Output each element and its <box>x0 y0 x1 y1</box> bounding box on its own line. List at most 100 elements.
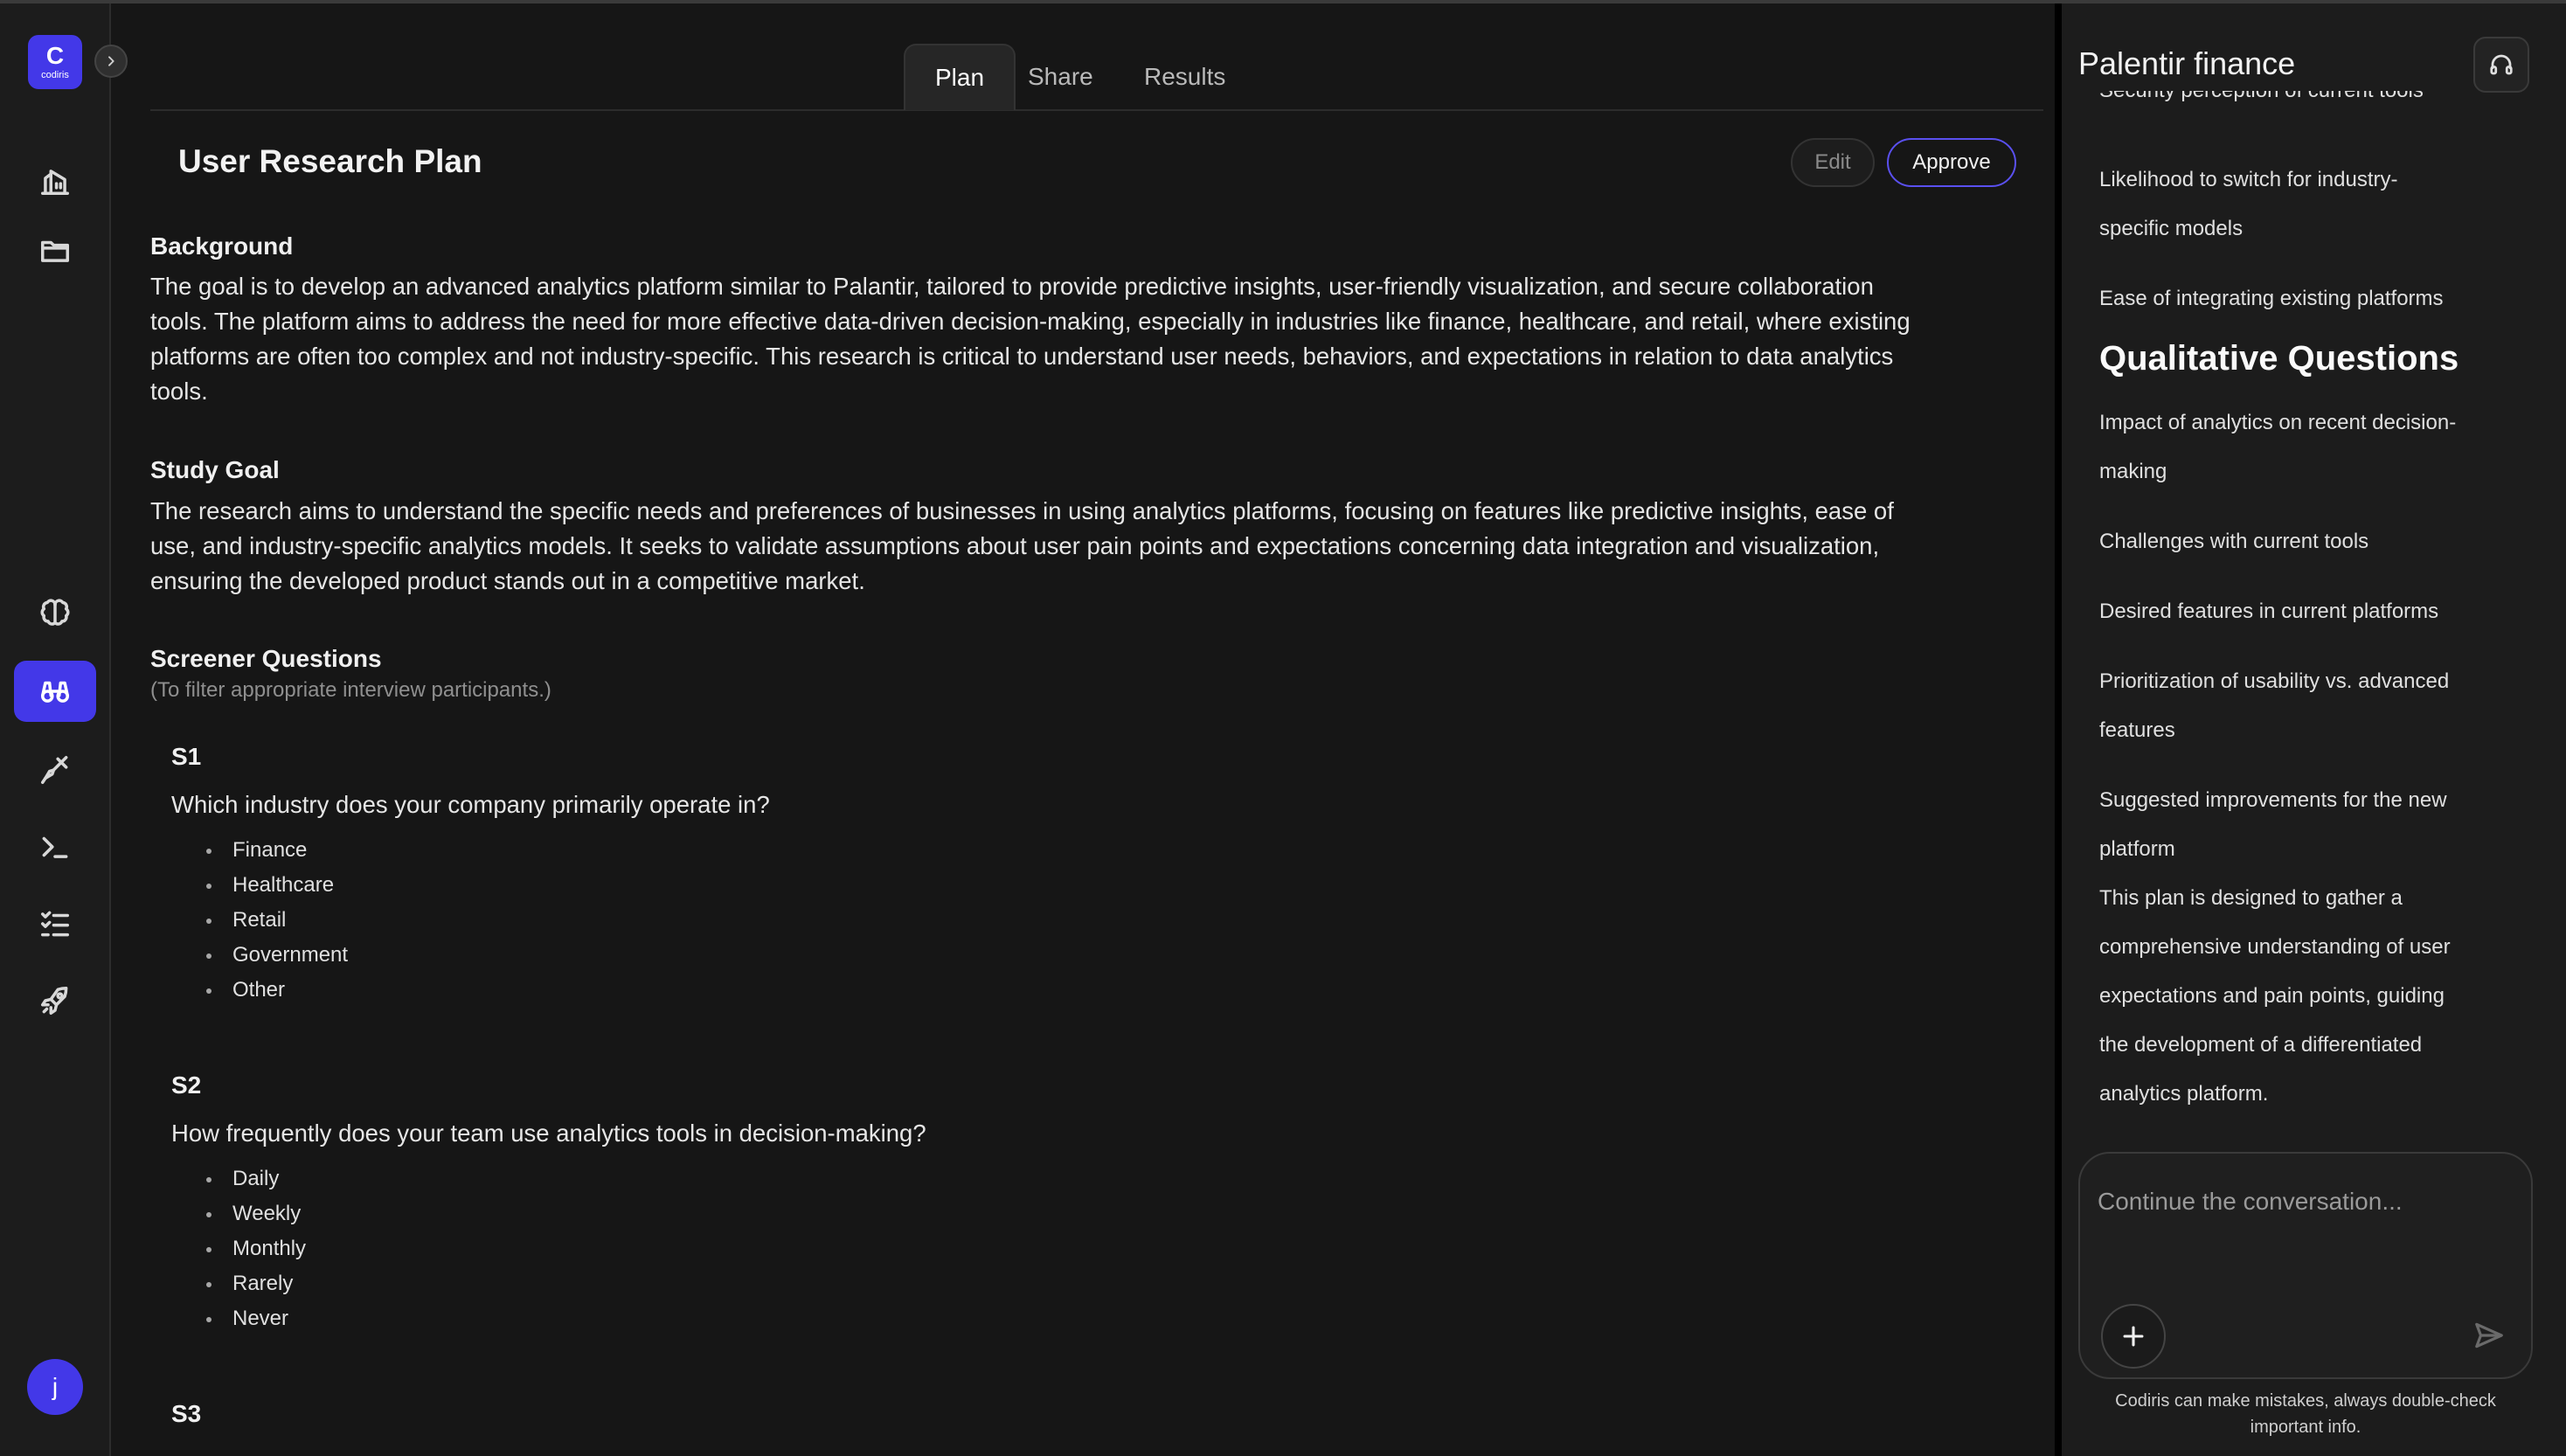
text-line: tools. The platform aims to address the … <box>150 308 1911 335</box>
plus-icon <box>2123 1326 2144 1347</box>
text-line: platforms are often too complex and not … <box>150 343 1894 370</box>
logo-glyph: C <box>45 42 65 69</box>
edit-button[interactable]: Edit <box>1791 138 1875 187</box>
nav-brain[interactable] <box>14 584 96 645</box>
message-line: This plan is designed to gather a <box>2099 886 2403 910</box>
nav-research[interactable] <box>14 661 96 722</box>
option-item: Government <box>206 938 348 973</box>
attach-button[interactable] <box>2101 1304 2166 1369</box>
support-button[interactable] <box>2473 37 2529 93</box>
study-goal-heading: Study Goal <box>150 456 280 483</box>
logo-wordmark: codiris <box>41 70 69 80</box>
nav-projects[interactable] <box>14 220 96 281</box>
nav-rail: C codiris j <box>0 3 111 1456</box>
message-line: Desired features in current platforms <box>2099 600 2439 623</box>
option-item: Finance <box>206 833 348 868</box>
nav-terminal[interactable] <box>14 816 96 877</box>
binoculars-icon <box>41 681 69 703</box>
message-line: expectations and pain points, guiding <box>2099 984 2445 1008</box>
chat-composer <box>2078 1152 2533 1379</box>
chat-messages[interactable]: Security perception of current tools Lik… <box>2099 91 2519 1122</box>
message-line: features <box>2099 718 2175 742</box>
message-line: analytics platform. <box>2099 1082 2269 1106</box>
panel-divider[interactable] <box>2055 3 2062 1456</box>
nav-tasks[interactable] <box>14 893 96 954</box>
message-line: platform <box>2099 837 2175 861</box>
chat-panel: Palentir finance Security perception of … <box>2062 3 2566 1456</box>
text-line: ensuring the developed product stands ou… <box>150 567 865 594</box>
disclaimer: Codiris can make mistakes, always double… <box>2078 1388 2533 1440</box>
message-line: specific models <box>2099 217 2244 240</box>
plan-panel: Plan Share Results User Research Plan Ed… <box>113 3 2055 1456</box>
chevron-right-icon <box>108 56 114 66</box>
message-line: making <box>2099 460 2167 483</box>
message-line: Ease of integrating existing platforms <box>2099 287 2444 310</box>
screener-hint: (To filter appropriate interview partici… <box>150 678 551 702</box>
message-line: comprehensive understanding of user <box>2099 935 2451 959</box>
text-line: tools. <box>150 378 208 405</box>
codiris-logo[interactable]: C codiris <box>28 35 82 89</box>
question-id: S2 <box>171 1071 202 1099</box>
screener-heading: Screener Questions <box>150 645 382 672</box>
chat-input[interactable] <box>2098 1180 2508 1224</box>
message-block: Likelihood to switch for industry- speci… <box>2099 156 2519 323</box>
nav-design[interactable] <box>14 739 96 801</box>
message-line: Likelihood to switch for industry- <box>2099 168 2398 191</box>
folder-icon <box>41 240 69 262</box>
nav-home[interactable] <box>14 150 96 211</box>
text-line: The research aims to understand the spec… <box>150 497 1894 524</box>
rocket-icon <box>41 987 68 1015</box>
send-button[interactable] <box>2465 1311 2514 1360</box>
nav-launch[interactable] <box>14 970 96 1031</box>
disclaimer-line: Codiris can make mistakes, always double… <box>2115 1391 2496 1411</box>
message-line: Challenges with current tools <box>2099 530 2369 553</box>
clipped-text: Security perception of current tools <box>2099 91 2424 107</box>
terminal-icon <box>42 836 68 858</box>
disclaimer-line: important info. <box>2250 1418 2361 1437</box>
option-item: Healthcare <box>206 868 348 903</box>
chat-title: Palentir finance <box>2078 45 2296 81</box>
app-window: C codiris j Plan Share Results User Rese… <box>0 0 2566 1456</box>
message-line: Impact of analytics on recent decision- <box>2099 411 2457 434</box>
message-line: the development of a differentiated <box>2099 1033 2423 1057</box>
option-item: Other <box>206 973 348 1008</box>
study-goal-text: The research aims to understand the spec… <box>150 494 2038 599</box>
tab-share[interactable]: Share <box>998 44 1123 110</box>
message-line: Suggested improvements for the new <box>2099 788 2447 812</box>
question-text: How frequently does your team use analyt… <box>171 1120 926 1147</box>
user-avatar[interactable]: j <box>27 1359 83 1415</box>
question-id: S3 <box>171 1400 202 1427</box>
expand-sidebar-button[interactable] <box>94 45 128 78</box>
text-line: use, and industry-specific analytics mod… <box>150 532 1880 559</box>
option-item: Never <box>206 1301 306 1336</box>
brush-icon <box>41 756 68 784</box>
option-list: Daily Weekly Monthly Rarely Never <box>206 1161 306 1336</box>
page-title: User Research Plan <box>178 143 482 179</box>
message-block: Impact of analytics on recent decision- … <box>2099 399 2519 1119</box>
option-item: Monthly <box>206 1231 306 1266</box>
text-line: The goal is to develop an advanced analy… <box>150 273 1874 300</box>
question-text: Which industry does your company primari… <box>171 791 770 818</box>
option-list: Finance Healthcare Retail Government Oth… <box>206 833 348 1008</box>
option-item: Weekly <box>206 1196 306 1231</box>
brain-icon <box>40 599 70 626</box>
background-heading: Background <box>150 232 294 260</box>
background-text: The goal is to develop an advanced analy… <box>150 269 2038 409</box>
approve-button[interactable]: Approve <box>1887 138 2016 187</box>
message-line: Security perception of current tools <box>2099 91 2519 122</box>
option-item: Rarely <box>206 1266 306 1301</box>
tab-results[interactable]: Results <box>1114 44 1255 110</box>
question-id: S1 <box>171 743 202 770</box>
home-icon <box>41 170 69 195</box>
qualitative-heading: Qualitative Questions <box>2099 339 2459 378</box>
message-line: Prioritization of usability vs. advanced <box>2099 669 2450 693</box>
option-item: Retail <box>206 903 348 938</box>
option-item: Daily <box>206 1161 306 1196</box>
checklist-icon <box>41 911 69 937</box>
tab-bar: Plan Share Results <box>113 42 2055 112</box>
